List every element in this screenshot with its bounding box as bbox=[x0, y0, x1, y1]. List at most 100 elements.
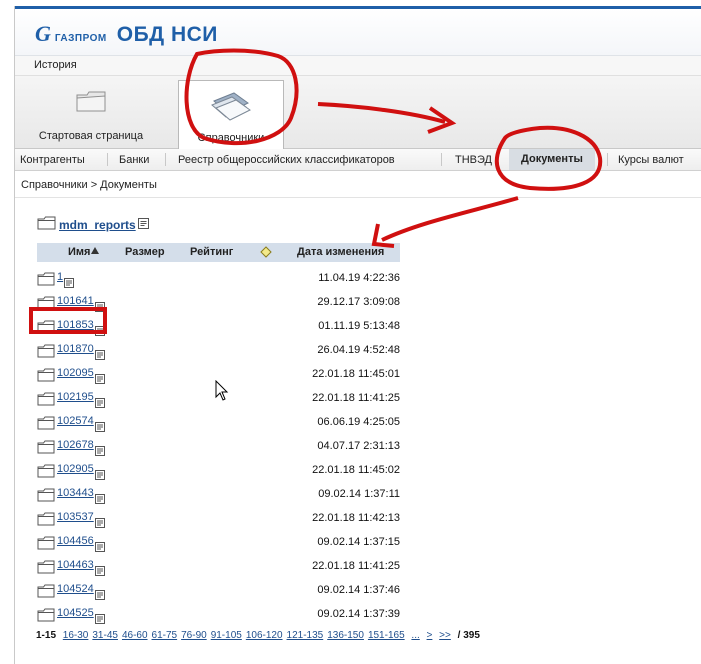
page-link[interactable]: 106-120 bbox=[246, 630, 283, 641]
sort-ascending-icon[interactable] bbox=[91, 245, 99, 257]
subtab-counterparties[interactable]: Контрагенты bbox=[20, 154, 85, 166]
properties-icon[interactable] bbox=[95, 542, 105, 555]
mouse-cursor-icon bbox=[215, 379, 229, 405]
subtab-classifiers-registry[interactable]: Реестр общероссийских классификаторов bbox=[178, 154, 395, 166]
modified-date: 09.02.14 1:37:46 bbox=[317, 584, 400, 596]
table-row[interactable]: 104525 09.02.14 1:37:39 bbox=[37, 604, 400, 627]
app-title: ОБД НСИ bbox=[116, 23, 218, 46]
properties-icon[interactable] bbox=[95, 518, 105, 531]
table-row[interactable]: 104463 22.01.18 11:41:25 bbox=[37, 556, 400, 579]
modified-date: 22.01.18 11:41:25 bbox=[312, 392, 400, 404]
modified-date: 09.02.14 1:37:39 bbox=[317, 608, 400, 620]
subtab-divider bbox=[165, 153, 166, 166]
page-total: / 395 bbox=[457, 630, 480, 641]
properties-icon[interactable] bbox=[95, 614, 105, 627]
properties-icon[interactable] bbox=[95, 446, 105, 459]
folder-link[interactable]: 1 bbox=[57, 271, 63, 283]
properties-icon[interactable] bbox=[95, 374, 105, 387]
properties-icon[interactable] bbox=[95, 398, 105, 411]
folder-link[interactable]: 102574 bbox=[57, 415, 94, 427]
history-bar: История bbox=[15, 56, 701, 76]
history-link[interactable]: История bbox=[34, 59, 77, 71]
properties-icon[interactable] bbox=[64, 278, 74, 291]
folder-link[interactable]: 102095 bbox=[57, 367, 94, 379]
tab-start-page-label: Стартовая страница bbox=[38, 130, 144, 142]
app-header: G ГАЗПРОМ ОБД НСИ bbox=[15, 9, 701, 56]
subtab-banks[interactable]: Банки bbox=[119, 154, 149, 166]
table-row[interactable]: 103537 22.01.18 11:42:13 bbox=[37, 508, 400, 531]
page-next[interactable]: > bbox=[427, 630, 433, 641]
subtab-divider bbox=[607, 153, 608, 166]
page-link[interactable]: 76-90 bbox=[181, 630, 207, 641]
table-row[interactable]: 104456 09.02.14 1:37:15 bbox=[37, 532, 400, 555]
modified-date: 26.04.19 4:52:48 bbox=[317, 344, 400, 356]
properties-icon[interactable] bbox=[95, 302, 105, 315]
page-link[interactable]: 61-75 bbox=[152, 630, 178, 641]
modified-date: 22.01.18 11:45:02 bbox=[312, 464, 400, 476]
page-current: 1-15 bbox=[36, 630, 57, 641]
folder-link[interactable]: 104456 bbox=[57, 535, 94, 547]
folder-link[interactable]: 104525 bbox=[57, 607, 94, 619]
col-modified[interactable]: Дата изменения bbox=[297, 246, 384, 258]
col-name[interactable]: Имя bbox=[68, 246, 90, 258]
page-link[interactable]: 121-135 bbox=[287, 630, 324, 641]
subtabs-bar: Контрагенты Банки Реестр общероссийских … bbox=[15, 149, 701, 171]
table-row[interactable]: 103443 09.02.14 1:37:11 bbox=[37, 484, 400, 507]
current-folder: mdm_reports bbox=[37, 216, 149, 234]
properties-icon[interactable] bbox=[95, 326, 105, 339]
table-row[interactable]: 1 11.04.19 4:22:36 bbox=[37, 268, 400, 291]
modified-date: 06.06.19 4:25:05 bbox=[317, 416, 400, 428]
page-link[interactable]: 136-150 bbox=[327, 630, 364, 641]
folder-icon bbox=[74, 88, 108, 117]
folder-link[interactable]: 101641 bbox=[57, 295, 94, 307]
notes-icon[interactable] bbox=[258, 245, 274, 262]
current-folder-name[interactable]: mdm_reports bbox=[59, 218, 136, 232]
page-link[interactable]: 16-30 bbox=[63, 630, 89, 641]
folder-link[interactable]: 102678 bbox=[57, 439, 94, 451]
modified-date: 22.01.18 11:42:13 bbox=[312, 512, 400, 524]
gazprom-logo-icon: G bbox=[35, 21, 51, 46]
folder-link[interactable]: 103537 bbox=[57, 511, 94, 523]
folder-link[interactable]: 102905 bbox=[57, 463, 94, 475]
subtab-documents[interactable]: Документы bbox=[509, 149, 595, 170]
folder-link[interactable]: 104463 bbox=[57, 559, 94, 571]
table-row[interactable]: 101853 01.11.19 5:13:48 bbox=[37, 316, 400, 339]
tab-start-page[interactable]: Стартовая страница bbox=[23, 80, 159, 148]
page-link[interactable]: 46-60 bbox=[122, 630, 148, 641]
table-row[interactable]: 104524 09.02.14 1:37:46 bbox=[37, 580, 400, 603]
tab-directories[interactable]: Справочники bbox=[178, 80, 284, 150]
folder-link[interactable]: 102195 bbox=[57, 391, 94, 403]
folder-icon bbox=[37, 584, 55, 601]
table-row[interactable]: 101641 29.12.17 3:09:08 bbox=[37, 292, 400, 315]
page-ellipsis[interactable]: ... bbox=[411, 630, 419, 641]
folder-icon bbox=[37, 344, 55, 361]
modified-date: 29.12.17 3:09:08 bbox=[317, 296, 400, 308]
breadcrumb: Справочники > Документы bbox=[21, 179, 157, 191]
properties-icon[interactable] bbox=[95, 566, 105, 579]
properties-icon[interactable] bbox=[95, 422, 105, 435]
folder-link[interactable]: 103443 bbox=[57, 487, 94, 499]
properties-icon[interactable] bbox=[137, 218, 149, 232]
folder-link[interactable]: 104524 bbox=[57, 583, 94, 595]
properties-icon[interactable] bbox=[95, 494, 105, 507]
folder-link[interactable]: 101870 bbox=[57, 343, 94, 355]
properties-icon[interactable] bbox=[95, 590, 105, 603]
table-row[interactable]: 101870 26.04.19 4:52:48 bbox=[37, 340, 400, 363]
subtab-currency-rates[interactable]: Курсы валют bbox=[618, 154, 684, 166]
subtab-divider bbox=[107, 153, 108, 166]
page-link[interactable]: 91-105 bbox=[211, 630, 242, 641]
table-row[interactable]: 102678 04.07.17 2:31:13 bbox=[37, 436, 400, 459]
properties-icon[interactable] bbox=[95, 470, 105, 483]
col-size[interactable]: Размер bbox=[125, 246, 165, 258]
page-link[interactable]: 31-45 bbox=[92, 630, 118, 641]
page-last[interactable]: >> bbox=[439, 630, 451, 641]
subtab-tnved[interactable]: ТНВЭД bbox=[455, 154, 492, 166]
table-row[interactable]: 102905 22.01.18 11:45:02 bbox=[37, 460, 400, 483]
app-window: G ГАЗПРОМ ОБД НСИ История Стартовая стра… bbox=[14, 6, 701, 664]
col-rating[interactable]: Рейтинг bbox=[190, 246, 233, 258]
properties-icon[interactable] bbox=[95, 350, 105, 363]
folder-link[interactable]: 101853 bbox=[57, 319, 94, 331]
page-link[interactable]: 151-165 bbox=[368, 630, 405, 641]
table-row[interactable]: 102574 06.06.19 4:25:05 bbox=[37, 412, 400, 435]
documents-icon bbox=[208, 89, 254, 124]
